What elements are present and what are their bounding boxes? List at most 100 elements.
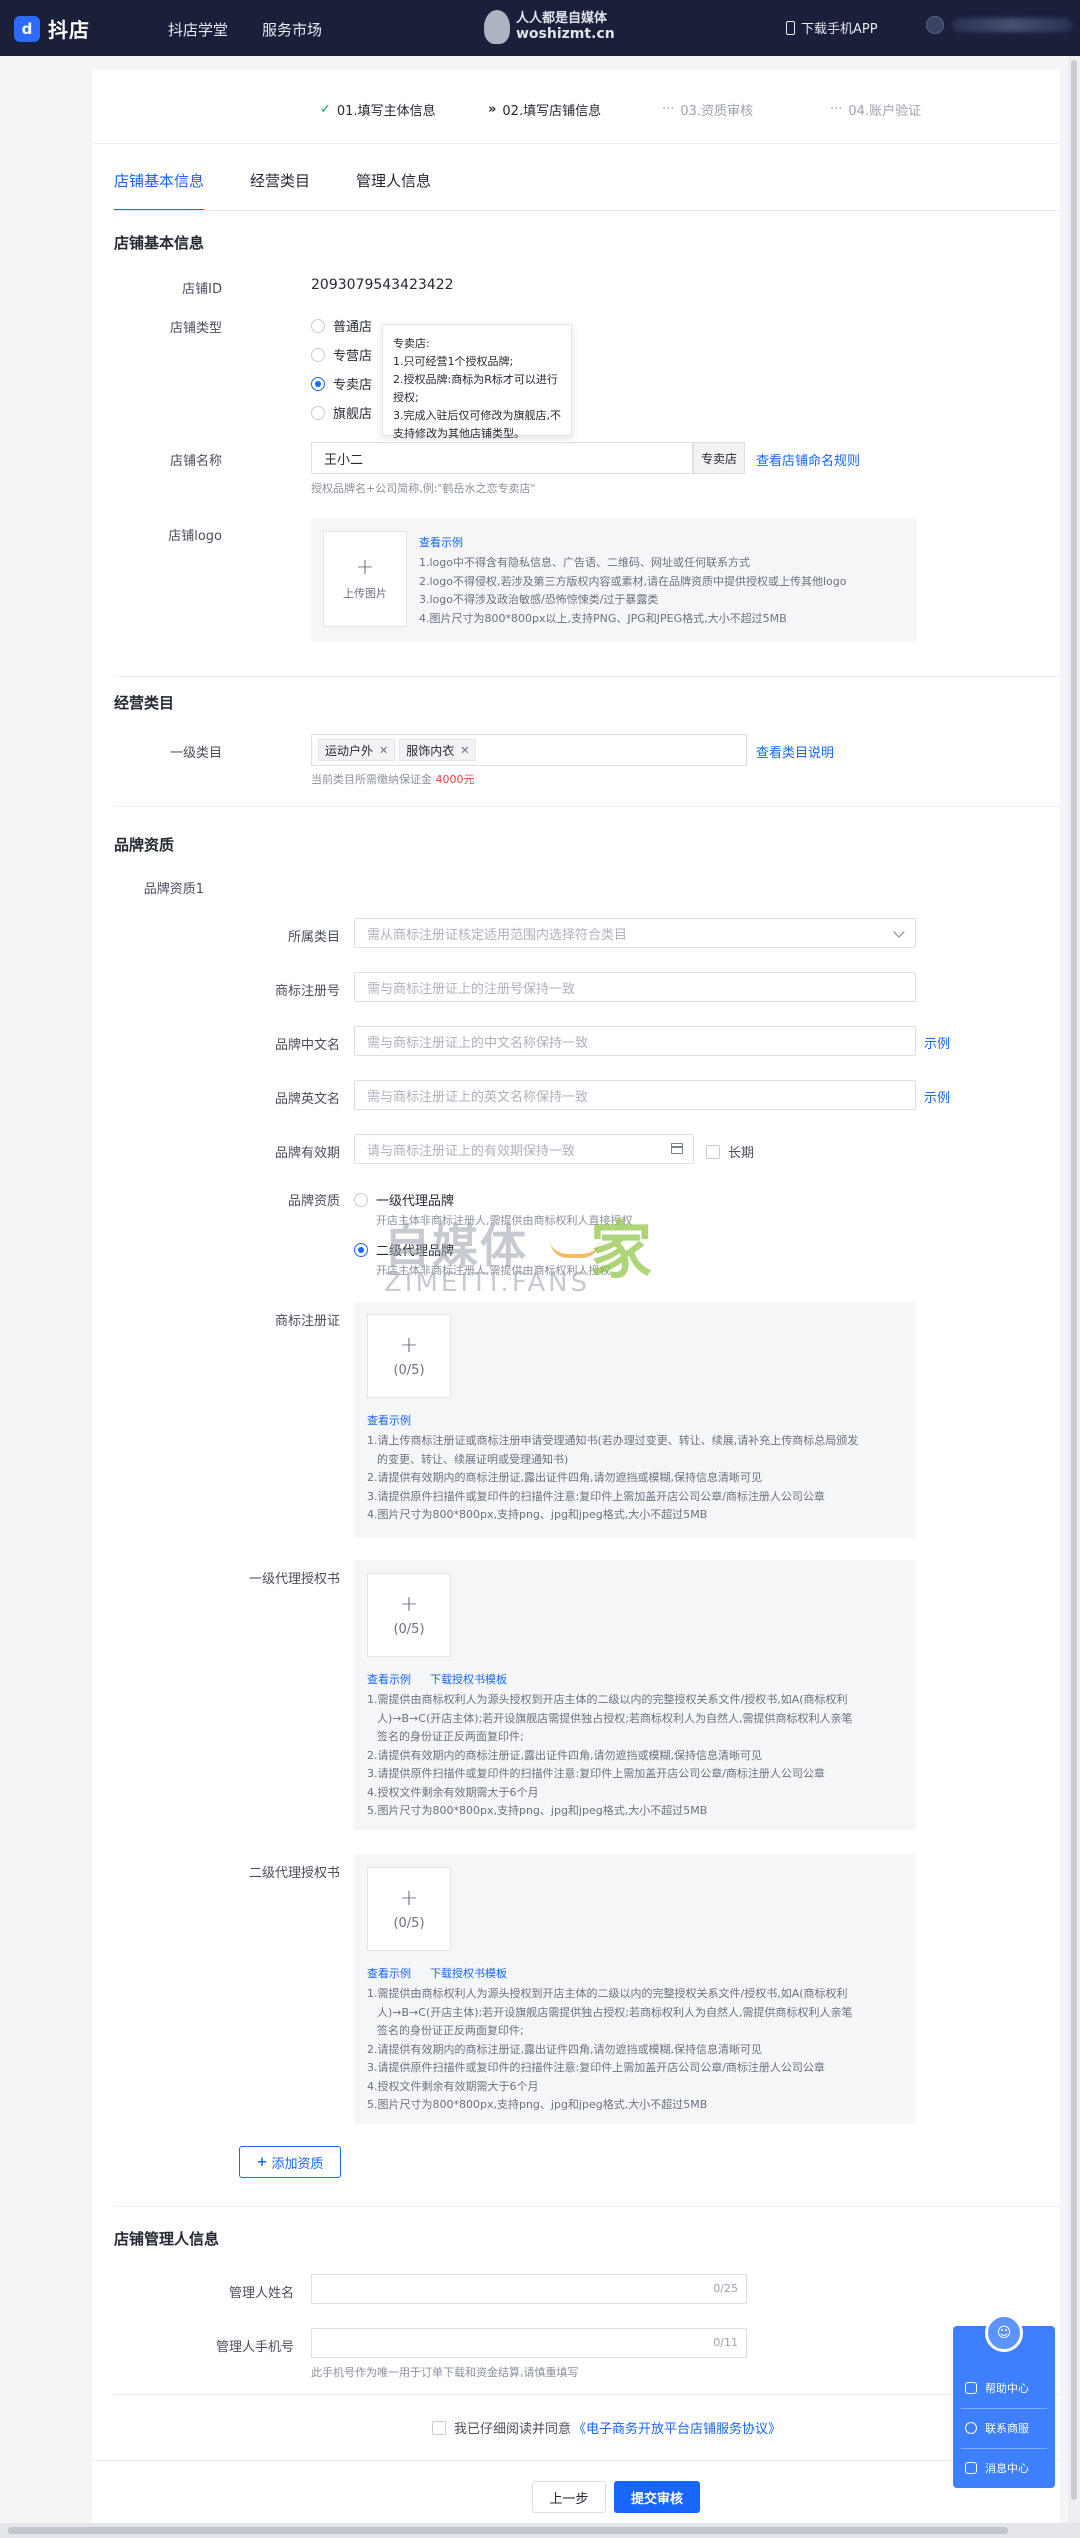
brand-category-select[interactable]: 需从商标注册证核定适用范围内选择符合类目 [354, 918, 916, 948]
brand-cn-name-input[interactable]: 需与商标注册证上的中文名称保持一致 [354, 1026, 916, 1056]
user-account-menu[interactable]: 234 [926, 16, 1080, 34]
logo-example-link[interactable]: 查看示例 [419, 534, 463, 550]
second-agent-authorization-label: 二级代理授权书 [248, 1866, 340, 1881]
nav-doudian-academy[interactable]: 抖店学堂 [168, 19, 228, 40]
agreement-checkbox[interactable]: 我已仔细阅读并同意 《电子商务开放平台店铺服务协议》 [432, 2418, 781, 2437]
message-center-label: 消息中心 [985, 2462, 1029, 2475]
brand-logo[interactable]: d 抖店 [14, 14, 90, 43]
checkbox[interactable] [706, 1144, 720, 1159]
submit-review-button[interactable]: 提交审核 [614, 2481, 700, 2513]
trademark-certificate-label: 商标注册证 [274, 1314, 340, 1329]
previous-step-button[interactable]: 上一步 [532, 2481, 606, 2513]
help-icon [965, 2382, 977, 2394]
manager-phone-input[interactable]: 0/11 [311, 2328, 747, 2358]
checkbox[interactable] [432, 2420, 446, 2435]
category-description-link[interactable]: 查看类目说明 [756, 742, 834, 761]
agreement-prefix: 我已仔细阅读并同意 [454, 2422, 572, 2437]
tooltip-line: 1.只可经营1个授权品牌; [393, 355, 514, 368]
radio-button[interactable] [311, 405, 325, 420]
floating-service-panel: ☺ 帮助中心 联系商服 消息中心 [953, 2314, 1055, 2488]
upload-label: 上传图片 [343, 587, 387, 600]
first-auth-upload-button[interactable]: + (0/5) [367, 1573, 451, 1657]
rule-line: 1.请上传商标注册证或商标注册申请受理通知书(若办理过变更、转让、续展,请补充上… [367, 1434, 859, 1447]
user-name-blurred [952, 18, 1072, 32]
message-center-button[interactable]: 消息中心 [965, 2460, 1045, 2476]
plus-icon: + [399, 1332, 419, 1358]
second-auth-upload-button[interactable]: + (0/5) [367, 1867, 451, 1951]
tab-basic-info[interactable]: 店铺基本信息 [114, 170, 205, 211]
form-tabs: 店铺基本信息 经营类目 管理人信息 [114, 170, 431, 211]
trademark-number-label: 商标注册号 [274, 984, 340, 999]
first-auth-example-link[interactable]: 查看示例 [367, 1671, 411, 1687]
brand-validity-date-picker[interactable]: 请与商标注册证上的有效期保持一致 [354, 1134, 694, 1164]
placeholder: 需与商标注册证上的中文名称保持一致 [367, 1035, 589, 1051]
radio-button[interactable] [311, 347, 325, 362]
shop-type-option-flagship[interactable]: 旗舰店 [311, 403, 372, 422]
tooltip-line: 3.完成入驻后仅可修改为旗舰店,不支持修改为其他店铺类型。 [393, 409, 561, 440]
shop-type-option-specialty[interactable]: 专营店 [311, 345, 372, 364]
service-agreement-link[interactable]: 《电子商务开放平台店铺服务协议》 [573, 2418, 781, 2437]
section-divider [114, 676, 1060, 677]
plus-icon: + [399, 1885, 419, 1911]
radio-button-selected[interactable] [354, 1242, 368, 1257]
vertical-scrollbar-thumb[interactable] [1071, 60, 1077, 2500]
vertical-scrollbar[interactable] [1068, 56, 1080, 2523]
tab-manager-info[interactable]: 管理人信息 [356, 170, 431, 210]
shop-type-option-exclusive[interactable]: 专卖店 [311, 374, 372, 393]
shop-id-label: 店铺ID [182, 282, 222, 297]
add-qualification-button[interactable]: + 添加资质 [239, 2146, 341, 2178]
rule-line: 2.请提供有效期内的商标注册证,露出证件四角,请勿遮挡或模糊,保持信息清晰可见 [367, 1748, 762, 1762]
radio-button[interactable] [354, 1192, 368, 1207]
radio-button-selected[interactable] [311, 376, 325, 391]
brand-qualification-subtitle: 品牌资质1 [143, 882, 204, 897]
primary-category-select[interactable]: 运动户外 ✕ 服饰内衣 ✕ [311, 734, 747, 766]
brand-name: 抖店 [48, 18, 90, 42]
contact-service-button[interactable]: 联系商服 [965, 2420, 1045, 2436]
horizontal-scrollbar[interactable] [0, 2523, 1080, 2538]
customer-service-avatar[interactable]: ☺ [985, 2314, 1023, 2352]
divider [961, 2408, 1047, 2409]
first-auth-template-download-link[interactable]: 下载授权书模板 [430, 1671, 507, 1687]
radio-button[interactable] [311, 318, 325, 333]
rule-line: 4.图片尺寸为800*800px,支持png、jpg和jpeg格式,大小不超过5… [367, 1508, 708, 1521]
tab-business-category[interactable]: 经营类目 [250, 170, 310, 210]
manager-name-input[interactable]: 0/25 [311, 2274, 747, 2304]
rule-line: 2.logo不得侵权,若涉及第三方版权内容或素材,请在品牌资质中提供授权或上传其… [419, 574, 847, 588]
qual-option-second-agent-desc: 开店主体非商标注册人,需提供由商标权利人授权 [376, 1264, 611, 1277]
trademark-upload-button[interactable]: + (0/5) [367, 1314, 451, 1398]
form-actions: 上一步 提交审核 [92, 2460, 1060, 2528]
nav-service-market[interactable]: 服务市场 [262, 19, 322, 40]
help-center-button[interactable]: 帮助中心 [965, 2380, 1045, 2396]
qual-option-first-agent[interactable]: 一级代理品牌 [354, 1190, 454, 1209]
qual-option-second-agent[interactable]: 二级代理品牌 [354, 1240, 454, 1259]
en-name-example-link[interactable]: 示例 [924, 1087, 950, 1106]
trademark-example-link[interactable]: 查看示例 [367, 1412, 411, 1428]
brand-category-label: 所属类目 [287, 930, 340, 945]
rule-line: 签名的身份证正反两面复印件; [377, 1730, 524, 1743]
option-label: 普通店 [333, 320, 373, 335]
upload-count: (0/5) [393, 1362, 425, 1378]
calendar-icon [671, 1143, 683, 1154]
upload-count: (0/5) [393, 1915, 425, 1931]
second-auth-example-link[interactable]: 查看示例 [367, 1965, 411, 1981]
horizontal-scrollbar-thumb[interactable] [8, 2527, 1008, 2534]
trademark-number-input[interactable]: 需与商标注册证上的注册号保持一致 [354, 972, 916, 1002]
close-icon[interactable]: ✕ [460, 744, 469, 757]
watermark-woshipm: 人人都是自媒体 woshizmt.cn [484, 10, 615, 44]
deposit-hint: 当前类目所需缴纳保证金 4000元 [311, 771, 475, 787]
shop-type-tooltip: 专卖店: 1.只可经营1个授权品牌; 2.授权品牌:商标为R标才可以进行授权; … [382, 324, 572, 440]
shop-name-value: 王小二 [324, 452, 364, 468]
logo-upload-button[interactable]: + 上传图片 [323, 531, 407, 627]
download-app-link[interactable]: 下载手机APP [786, 18, 878, 37]
option-label: 专卖店 [333, 378, 373, 393]
cn-name-example-link[interactable]: 示例 [924, 1033, 950, 1052]
shop-naming-rules-link[interactable]: 查看店铺命名规则 [756, 450, 860, 469]
second-auth-template-download-link[interactable]: 下载授权书模板 [430, 1965, 507, 1981]
shop-type-option-regular[interactable]: 普通店 [311, 316, 372, 335]
tooltip-line: 2.授权品牌:商标为R标才可以进行授权; [393, 373, 558, 404]
brand-en-name-input[interactable]: 需与商标注册证上的英文名称保持一致 [354, 1080, 916, 1110]
close-icon[interactable]: ✕ [379, 744, 388, 757]
step-1: ✓ 01.填写主体信息 [320, 100, 436, 119]
shop-name-input[interactable]: 王小二 [311, 442, 693, 474]
longterm-checkbox[interactable]: 长期 [706, 1142, 754, 1161]
